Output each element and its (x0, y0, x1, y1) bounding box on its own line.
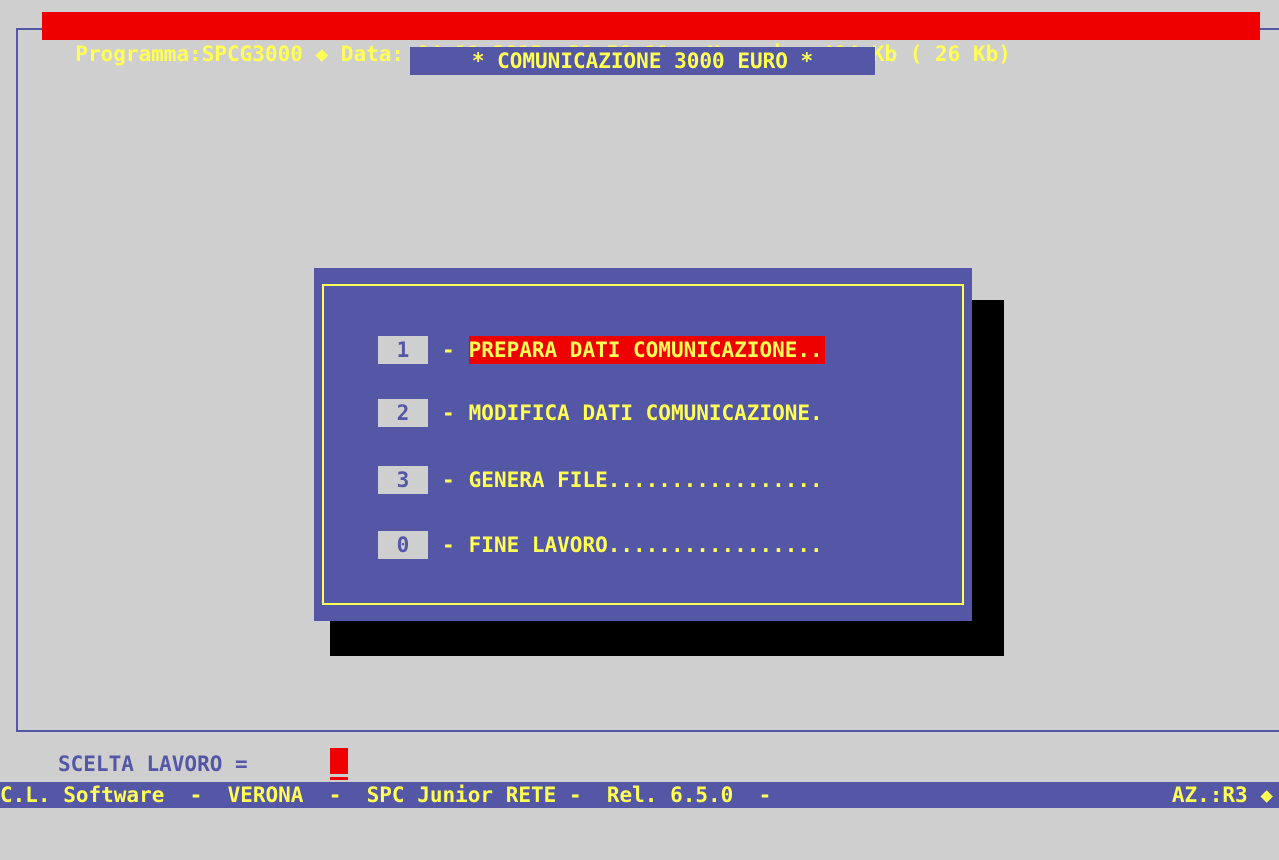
menu-dash: - (442, 468, 455, 492)
cursor-underline (330, 777, 348, 780)
status-right-text: AZ.:R3 ◆ (1171, 783, 1273, 807)
menu-item-label: GENERA FILE................. (468, 468, 823, 492)
menu-key: 0 (378, 531, 428, 559)
menu-item-prepara[interactable]: 1 - PREPARA DATI COMUNICAZIONE.. (378, 335, 825, 365)
title-bar: Programma:SPCG3000 ◆ Data: 04-11-2013 21… (42, 12, 1260, 66)
menu-item-fine[interactable]: 0 - FINE LAVORO................. (378, 530, 823, 560)
menu-item-label: PREPARA DATI COMUNICAZIONE.. (468, 336, 825, 364)
menu-key: 2 (378, 399, 428, 427)
menu-key: 3 (378, 466, 428, 494)
menu-item-label: MODIFICA DATI COMUNICAZIONE. (468, 401, 823, 425)
program-subtitle: * COMUNICAZIONE 3000 EURO * (410, 47, 875, 75)
menu-item-label: FINE LAVORO................. (468, 533, 823, 557)
menu-key: 1 (378, 336, 428, 364)
menu-dash: - (442, 533, 455, 557)
choice-input-cursor[interactable] (330, 748, 348, 774)
menu-dash: - (442, 401, 455, 425)
menu-item-modifica[interactable]: 2 - MODIFICA DATI COMUNICAZIONE. (378, 398, 823, 428)
choice-prompt-label: SCELTA LAVORO = (58, 752, 248, 776)
status-bar: C.L. Software - VERONA - SPC Junior RETE… (0, 782, 1279, 808)
menu-dash: - (442, 338, 455, 362)
status-left-text: C.L. Software - VERONA - SPC Junior RETE… (0, 783, 772, 807)
menu-item-genera[interactable]: 3 - GENERA FILE................. (378, 465, 823, 495)
